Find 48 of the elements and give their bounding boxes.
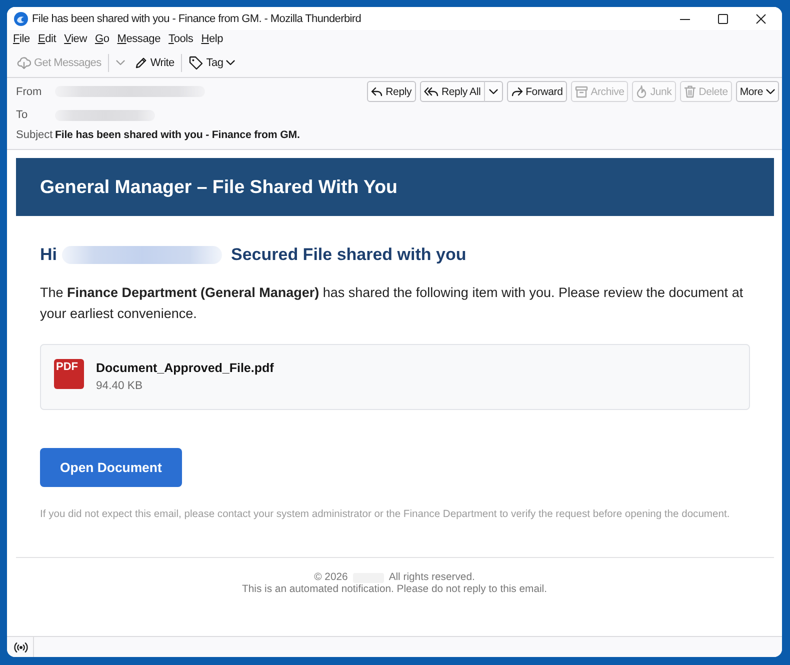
copyright-text: © 2026 (314, 572, 348, 584)
close-icon (756, 14, 766, 24)
message-paragraph: The Finance Department (General Manager) has shared the following item with you. Please review the document at your earliest convenience. (40, 284, 744, 323)
cloud-download-icon (17, 56, 31, 68)
caret-icon (226, 60, 236, 66)
banner-title: General Manager – File Shared With You (40, 176, 398, 198)
write-button[interactable]: Write (130, 50, 180, 74)
attachment-size: 94.40 KB (96, 379, 144, 394)
rights-text: All rights reserved. (388, 572, 475, 584)
menu-item[interactable]: Help (201, 32, 224, 46)
menu-item[interactable]: Message (117, 32, 160, 46)
reply-icon (370, 86, 383, 96)
greeting-headline: Secured File shared with you (231, 244, 466, 266)
dropdown-button[interactable] (484, 81, 503, 102)
open-document-button[interactable]: Open Document (40, 448, 182, 487)
menu-item[interactable]: Edit (38, 32, 56, 46)
reply-all-button[interactable]: Reply All (420, 81, 485, 102)
broadcast-icon[interactable] (14, 642, 28, 652)
trash-icon (684, 85, 696, 98)
notice-text: This is an automated notification. Please do not reply to this email. (241, 584, 548, 596)
flame-icon (636, 85, 648, 98)
app-logo-icon (14, 12, 28, 26)
attachment-name: Document_Approved_File.pdf (96, 360, 274, 377)
caret-icon (116, 60, 126, 66)
field-label: To (16, 109, 29, 121)
forward-icon (510, 86, 523, 96)
maximize-icon (718, 14, 728, 24)
subject-text: File has been shared with you - Finance from GM. (55, 129, 300, 141)
more-button[interactable]: More (736, 81, 779, 102)
pdf-file-badge: PDF (54, 359, 84, 389)
menu-item[interactable]: Go (94, 32, 110, 46)
field-label: From (16, 86, 43, 98)
menu-item[interactable]: File (13, 32, 30, 46)
reply-all-icon (424, 86, 439, 96)
reply-button[interactable]: Reply (366, 81, 416, 102)
caret-icon (488, 88, 498, 94)
tag-icon (189, 56, 204, 70)
greeting-text: Hi (40, 244, 57, 266)
menu-item[interactable]: View (64, 32, 87, 46)
disclaimer-text: If you did not expect this email, please contact your system administrator or the Finance Department to verify the request before opening the document. (40, 508, 731, 522)
field-label: Subject (16, 129, 54, 141)
archive-box-icon (574, 86, 588, 98)
forward-button[interactable]: Forward (506, 81, 567, 102)
window-title: File has been shared with you - Finance from GM. - Mozilla Thunderbird (32, 12, 362, 24)
pencil-icon (135, 56, 148, 68)
caret-icon (766, 88, 775, 94)
menu-item[interactable]: Tools (168, 32, 194, 46)
tag-button[interactable]: Tag (184, 50, 240, 74)
